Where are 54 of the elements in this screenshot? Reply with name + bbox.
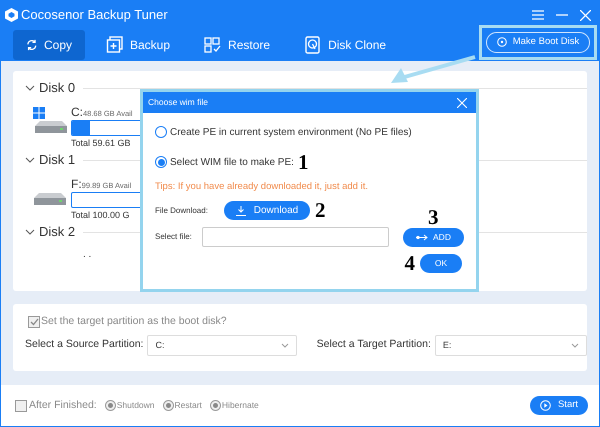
logo-icon: [5, 8, 18, 22]
chevron-down-icon: [571, 342, 579, 348]
dropdown[interactable]: C:: [147, 334, 297, 356]
field-label: Select a Target Partition:: [316, 337, 431, 352]
checkbox-label: Set the target partition as the boot disk?: [41, 314, 227, 329]
chevron-down-icon: [280, 342, 289, 348]
plus-square-icon: [106, 36, 123, 54]
add-button[interactable]: ADD: [403, 228, 464, 247]
step-number: 4: [404, 253, 415, 274]
ok-button[interactable]: OK: [420, 254, 462, 274]
field-label: Select file:: [155, 231, 193, 244]
windows-check-icon: [204, 36, 222, 54]
toolbar-tab[interactable]: Restore: [191, 30, 284, 60]
radio-button[interactable]: [155, 126, 167, 138]
download-button[interactable]: Download: [224, 201, 310, 220]
radio-button[interactable]: [155, 156, 167, 168]
radio-label: Select WIM file to make PE:: [170, 156, 294, 170]
disk-title: Disk 2: [39, 223, 76, 242]
partition-letter: C:: [71, 104, 83, 121]
disk-title: Disk 1: [39, 151, 76, 170]
step-number: 3: [428, 205, 438, 229]
field-label: File Download:: [155, 204, 209, 217]
disk-placeholder-text: . .: [83, 248, 92, 262]
radio-label: Restart: [174, 399, 202, 412]
check-icon: [30, 318, 38, 326]
file-path-field[interactable]: [202, 227, 389, 248]
radio-label: Hibernate: [222, 399, 259, 412]
disc-icon: [496, 37, 507, 47]
make-boot-disk-button[interactable]: Make Boot Disk: [486, 32, 590, 52]
checkbox-label: After Finished:: [29, 398, 97, 413]
close-icon: [580, 10, 591, 20]
partition-letter: F:: [71, 176, 82, 193]
step-number: 1: [298, 152, 308, 172]
tip-text: Tips: If you have already downloaded it, just add it.: [155, 180, 369, 194]
disk-title: Disk 0: [39, 79, 76, 98]
step-number: 2: [315, 200, 326, 222]
window-title: Cocosenor Backup Tuner: [21, 6, 168, 24]
field-label: Select a Source Partition:: [25, 337, 144, 352]
close-icon: [457, 98, 467, 108]
start-button[interactable]: Start: [530, 396, 588, 415]
toolbar-tab[interactable]: Disk Clone: [291, 30, 400, 60]
dialog-title: Choose wim file: [148, 96, 209, 109]
dropdown[interactable]: E:: [434, 334, 587, 356]
menu-icon: [532, 10, 544, 20]
checkbox[interactable]: [15, 400, 27, 412]
radio-label: Create PE in current system environment (No PE files): [170, 126, 412, 140]
total-size: Total 59.61 GB: [71, 137, 131, 150]
toolbar-tab[interactable]: Copy: [13, 30, 85, 60]
minimize-icon: [556, 14, 568, 16]
toolbar-tab[interactable]: Backup: [93, 30, 184, 60]
download-icon: [236, 206, 246, 216]
radio-label: Shutdown: [116, 399, 155, 412]
total-size: Total 100.00 G: [71, 209, 130, 222]
play-icon: [540, 400, 551, 411]
